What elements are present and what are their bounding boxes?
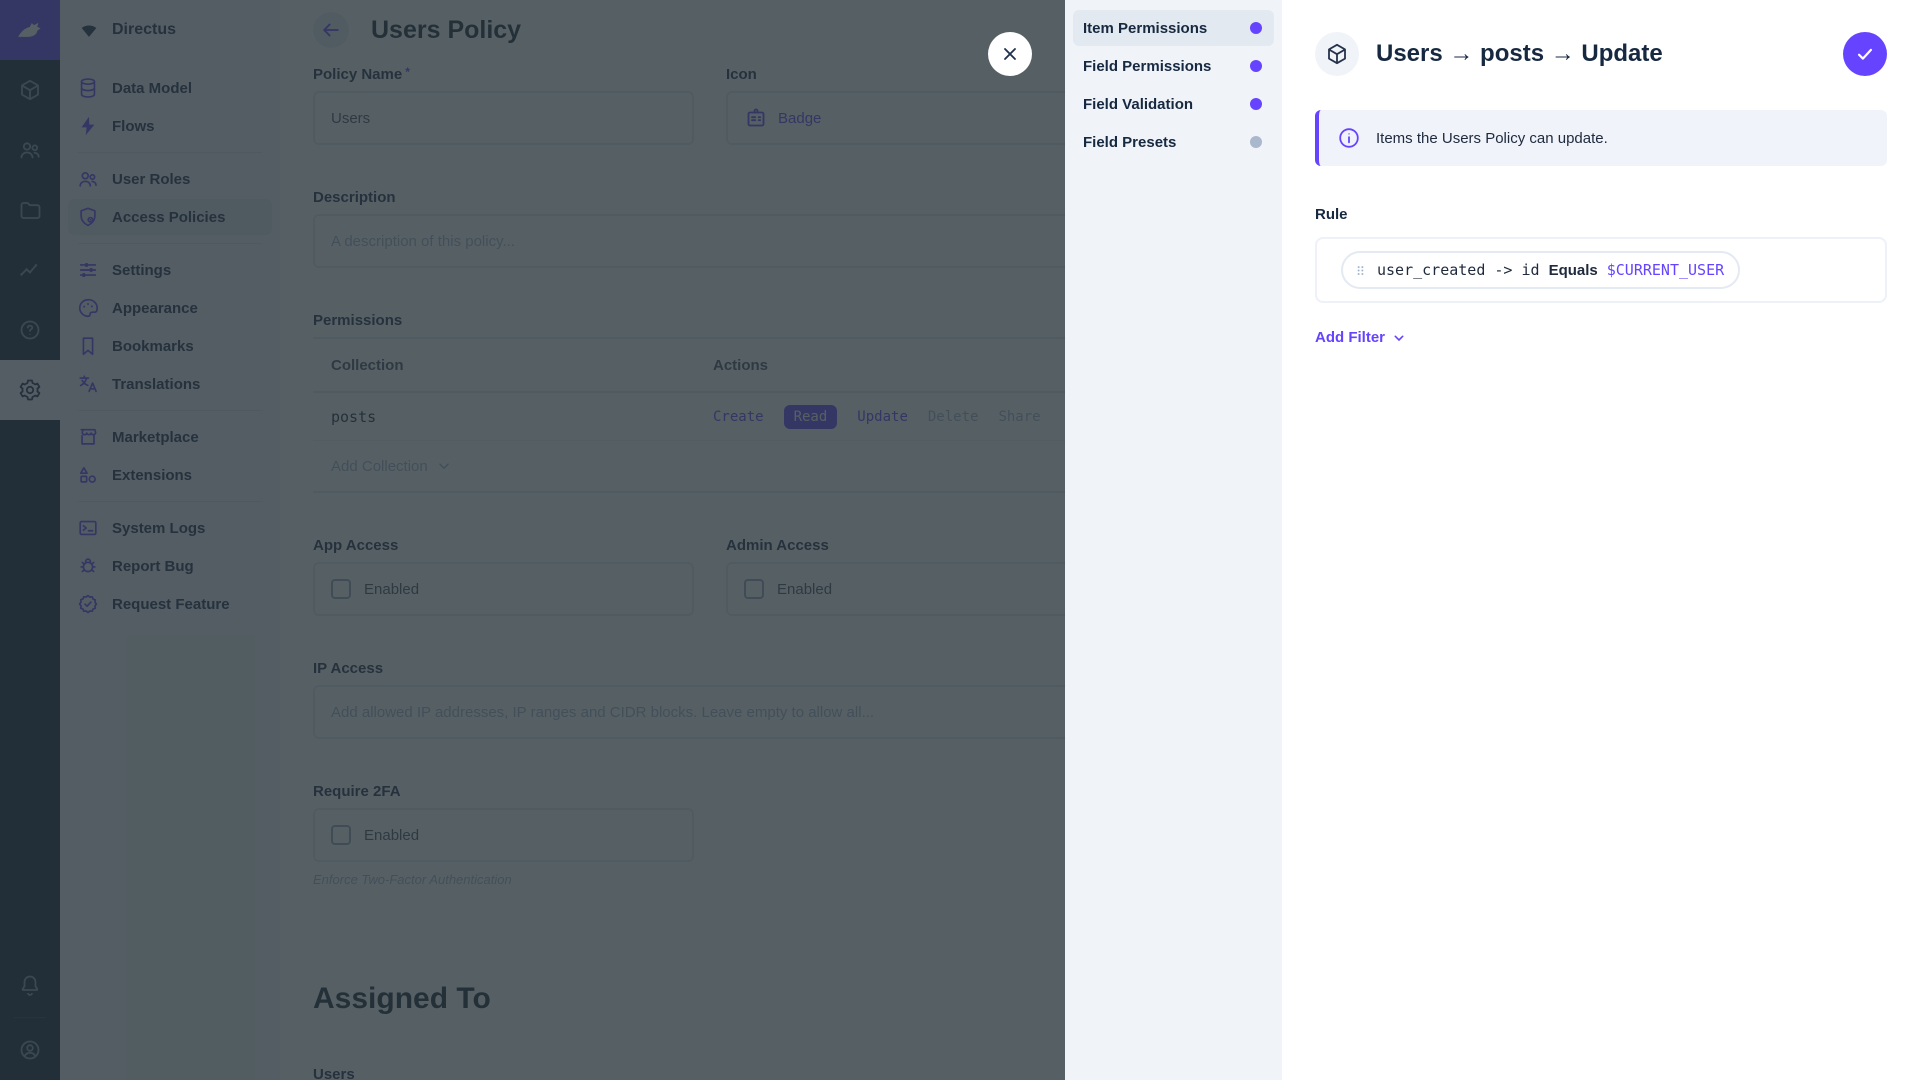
status-dot	[1250, 98, 1262, 110]
tab-field-validation[interactable]: Field Validation	[1073, 86, 1274, 122]
filter-field[interactable]: user_created -> id	[1377, 261, 1540, 279]
permissions-drawer: Item Permissions Field Permissions Field…	[1065, 0, 1920, 1080]
status-dot	[1250, 136, 1262, 148]
cube-icon	[1325, 42, 1349, 66]
drawer-main: Users → posts → Update Items the Users P…	[1282, 0, 1920, 1080]
info-notice: Items the Users Policy can update.	[1315, 110, 1887, 166]
chevron-down-icon	[1391, 330, 1407, 346]
drawer-nav: Item Permissions Field Permissions Field…	[1065, 0, 1282, 1080]
info-icon	[1337, 126, 1361, 150]
rule-label: Rule	[1315, 206, 1887, 223]
check-icon	[1854, 43, 1876, 65]
filter-chip[interactable]: user_created -> id Equals $CURRENT_USER	[1341, 251, 1740, 289]
filter-operator[interactable]: Equals	[1549, 262, 1598, 279]
drawer-title: Users → posts → Update	[1376, 40, 1843, 68]
rule-box: user_created -> id Equals $CURRENT_USER	[1315, 237, 1887, 303]
status-dot	[1250, 22, 1262, 34]
add-filter-button[interactable]: Add Filter	[1315, 329, 1407, 346]
filter-value[interactable]: $CURRENT_USER	[1607, 261, 1724, 279]
tab-item-permissions[interactable]: Item Permissions	[1073, 10, 1274, 46]
drawer-icon-circle	[1315, 32, 1359, 76]
close-icon	[1000, 44, 1020, 64]
drawer-close-button[interactable]	[988, 32, 1032, 76]
status-dot	[1250, 60, 1262, 72]
drag-handle-icon[interactable]	[1353, 263, 1368, 278]
save-button[interactable]	[1843, 32, 1887, 76]
tab-field-presets[interactable]: Field Presets	[1073, 124, 1274, 160]
tab-field-permissions[interactable]: Field Permissions	[1073, 48, 1274, 84]
drawer-header: Users → posts → Update	[1315, 32, 1887, 76]
notice-text: Items the Users Policy can update.	[1376, 130, 1608, 147]
